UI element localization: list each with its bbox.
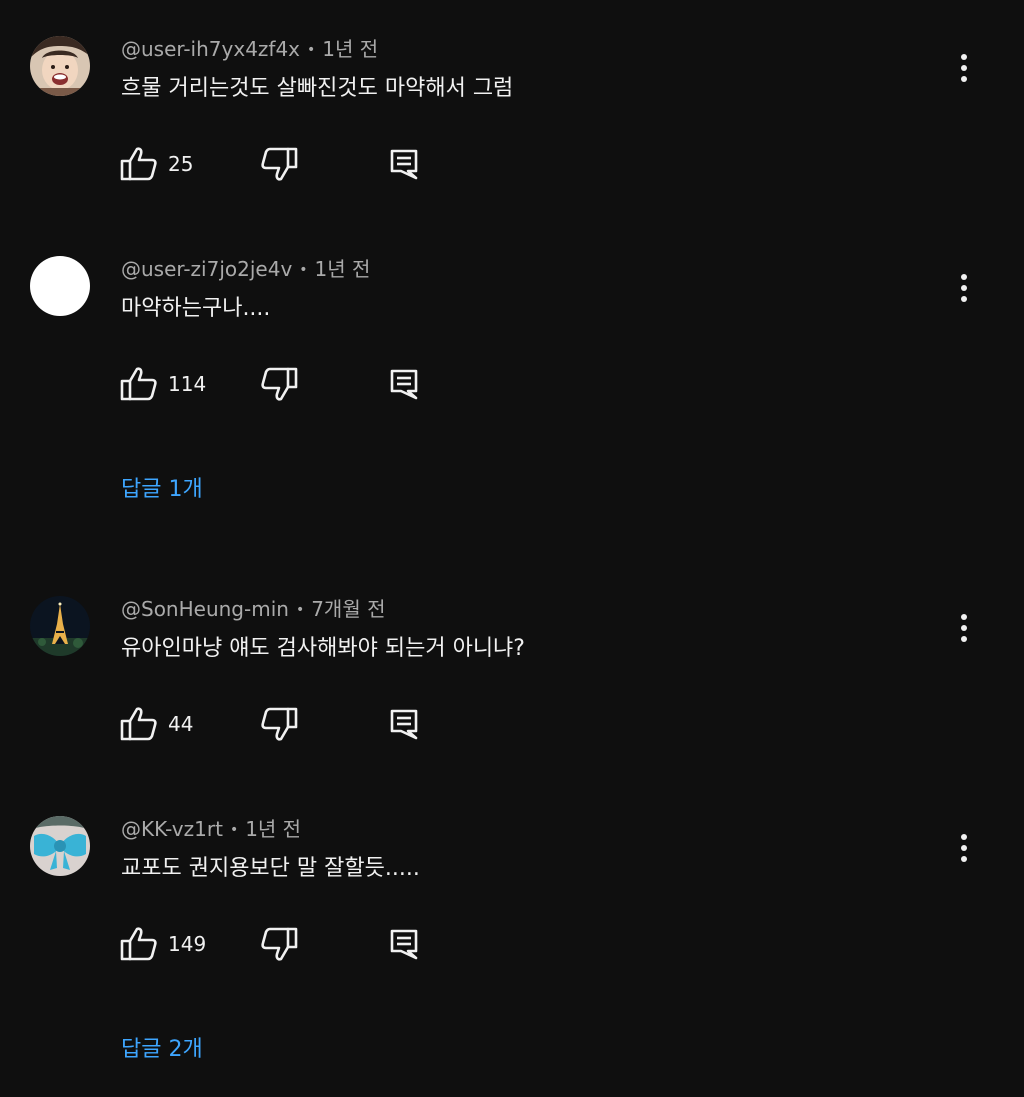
avatar[interactable] [30,816,90,876]
more-actions-button[interactable] [948,608,980,648]
meta-separator: • [295,602,305,618]
more-actions-button[interactable] [948,268,980,308]
like-button[interactable]: 25 [118,144,193,184]
thumbs-up-icon [120,367,157,401]
more-vertical-icon [961,274,967,302]
reply-comment-icon [390,369,418,400]
thumbs-down-icon [261,707,298,741]
comment-time[interactable]: 7개월 전 [311,597,385,621]
comment-text: 유아인마냥 얘도 검사해봐야 되는거 아니냐? [121,636,525,661]
comment-text: 교포도 권지용보단 말 잘할듯..... [121,856,420,881]
comment-meta: @user-ih7yx4zf4x • 1년 전 [121,36,378,65]
more-vertical-icon [961,54,967,82]
reply-comment-icon [390,709,418,740]
like-count: 44 [168,712,194,736]
avatar[interactable] [30,36,90,96]
reply-button[interactable] [388,924,420,964]
avatar[interactable] [30,596,90,656]
thumbs-down-icon [261,147,298,181]
comment-time[interactable]: 1년 전 [315,257,371,281]
dislike-button[interactable] [260,364,300,404]
thumbs-down-icon [261,367,298,401]
dislike-button[interactable] [260,924,300,964]
like-count: 114 [168,372,207,396]
dislike-button[interactable] [260,704,300,744]
meta-separator: • [299,262,308,278]
thumbs-up-icon [120,707,157,741]
view-replies-link[interactable]: 답글 1개 [121,475,203,505]
like-count: 25 [168,152,194,176]
like-button[interactable]: 149 [118,924,206,964]
thumbs-up-icon [120,927,157,961]
view-replies-link[interactable]: 답글 2개 [121,1035,203,1065]
comment-meta: @KK-vz1rt • 1년 전 [121,816,301,845]
like-button[interactable]: 44 [118,704,193,744]
meta-separator: • [229,822,239,838]
comment-meta: @user-zi7jo2je4v • 1년 전 [121,256,370,285]
dislike-button[interactable] [260,144,300,184]
comment-text: 마약하는구나.... [121,296,271,321]
comment-time[interactable]: 1년 전 [322,37,378,61]
comment-author[interactable]: @user-zi7jo2je4v [121,257,292,281]
thumbs-up-icon [120,147,157,181]
reply-button[interactable] [388,704,420,744]
meta-separator: • [307,42,316,58]
comment-time[interactable]: 1년 전 [245,817,301,841]
like-button[interactable]: 114 [118,364,206,404]
more-actions-button[interactable] [948,828,980,868]
more-vertical-icon [961,834,967,862]
more-vertical-icon [961,614,967,642]
thumbs-down-icon [261,927,298,961]
comment-author[interactable]: @KK-vz1rt [121,817,223,841]
comment-author[interactable]: @SonHeung-min [121,597,289,621]
reply-button[interactable] [388,144,420,184]
comment-text: 흐물 거리는것도 살빠진것도 마약해서 그럼 [121,76,514,101]
reply-comment-icon [390,149,418,180]
reply-button[interactable] [388,364,420,404]
reply-comment-icon [390,929,418,960]
comment-meta: @SonHeung-min • 7개월 전 [121,596,386,625]
avatar[interactable] [30,256,90,316]
like-count: 149 [168,932,207,956]
more-actions-button[interactable] [948,48,980,88]
comment-author[interactable]: @user-ih7yx4zf4x [121,37,300,61]
